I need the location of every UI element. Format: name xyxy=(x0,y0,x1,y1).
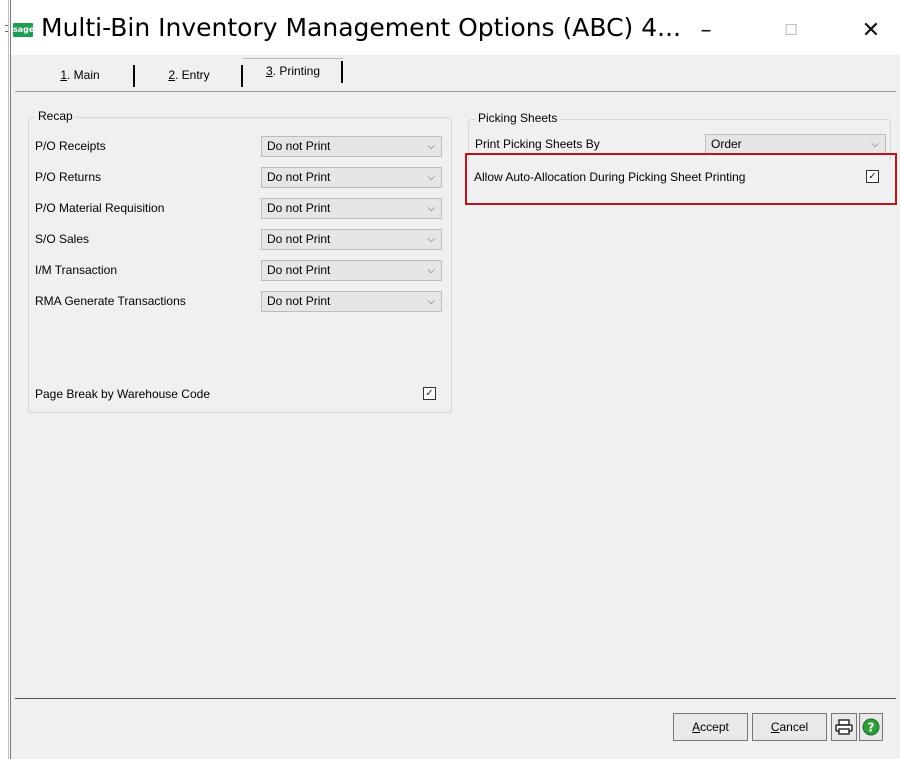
page-break-label: Page Break by Warehouse Code xyxy=(35,387,210,401)
rma-select[interactable]: Do not Print ⌵ xyxy=(261,291,442,312)
tab-entry[interactable]: 2. Entry xyxy=(135,63,243,89)
accept-button[interactable]: Accept xyxy=(673,713,748,741)
printer-icon xyxy=(835,719,853,735)
chevron-down-icon: ⌵ xyxy=(871,139,879,150)
chevron-down-icon: ⌵ xyxy=(427,265,435,276)
po-material-select[interactable]: Do not Print ⌵ xyxy=(261,198,442,219)
recap-group: Recap P/O Receipts Do not Print ⌵ P/O Ret… xyxy=(28,109,452,413)
tab-main[interactable]: 1. Main xyxy=(25,63,135,89)
print-by-label: Print Picking Sheets By xyxy=(475,137,600,151)
chevron-down-icon: ⌵ xyxy=(427,296,435,307)
help-icon: ? xyxy=(862,718,880,736)
so-sales-select[interactable]: Do not Print ⌵ xyxy=(261,229,442,250)
page-break-checkbox[interactable]: ✓ xyxy=(423,387,436,400)
cancel-button[interactable]: Cancel xyxy=(752,713,827,741)
tab-strip: 1. Main 2. Entry 3. Printing xyxy=(11,56,900,92)
title-bar[interactable]: sage Multi-Bin Inventory Management Opti… xyxy=(11,0,900,55)
tab-printing[interactable]: 3. Printing xyxy=(243,58,343,89)
recap-row-im-transaction: I/M Transaction Do not Print ⌵ xyxy=(29,260,451,282)
checkmark-icon: ✓ xyxy=(425,388,434,399)
sage-app-icon: sage xyxy=(13,23,34,37)
svg-text:?: ? xyxy=(868,721,875,735)
recap-row-so-sales: S/O Sales Do not Print ⌵ xyxy=(29,229,451,251)
highlight-annotation xyxy=(465,153,897,205)
tab-content-border xyxy=(15,91,896,92)
maximize-button[interactable]: ☐ xyxy=(761,10,821,50)
chevron-down-icon: ⌵ xyxy=(427,141,435,152)
chevron-down-icon: ⌵ xyxy=(427,234,435,245)
background-window-edge xyxy=(0,0,10,759)
picking-sheets-group-title: Picking Sheets xyxy=(475,111,561,125)
recap-row-po-receipts: P/O Receipts Do not Print ⌵ xyxy=(29,136,451,158)
window-title: Multi-Bin Inventory Management Options (… xyxy=(41,13,681,42)
chevron-down-icon: ⌵ xyxy=(427,203,435,214)
po-returns-select[interactable]: Do not Print ⌵ xyxy=(261,167,442,188)
close-button[interactable]: ✕ xyxy=(841,10,900,50)
im-transaction-select[interactable]: Do not Print ⌵ xyxy=(261,260,442,281)
chevron-down-icon: ⌵ xyxy=(427,172,435,183)
po-receipts-select[interactable]: Do not Print ⌵ xyxy=(261,136,442,157)
recap-row-po-returns: P/O Returns Do not Print ⌵ xyxy=(29,167,451,189)
minimize-button[interactable]: – xyxy=(676,10,736,50)
recap-row-rma: RMA Generate Transactions Do not Print ⌵ xyxy=(29,291,451,313)
recap-group-title: Recap xyxy=(35,109,76,123)
help-button[interactable]: ? xyxy=(859,713,883,741)
print-button[interactable] xyxy=(831,713,857,741)
options-dialog: sage Multi-Bin Inventory Management Opti… xyxy=(10,0,900,759)
footer-separator xyxy=(15,698,896,699)
recap-row-po-material: P/O Material Requisition Do not Print ⌵ xyxy=(29,198,451,220)
page-break-row: Page Break by Warehouse Code ✓ xyxy=(29,384,451,406)
print-by-select[interactable]: Order ⌵ xyxy=(705,134,886,155)
